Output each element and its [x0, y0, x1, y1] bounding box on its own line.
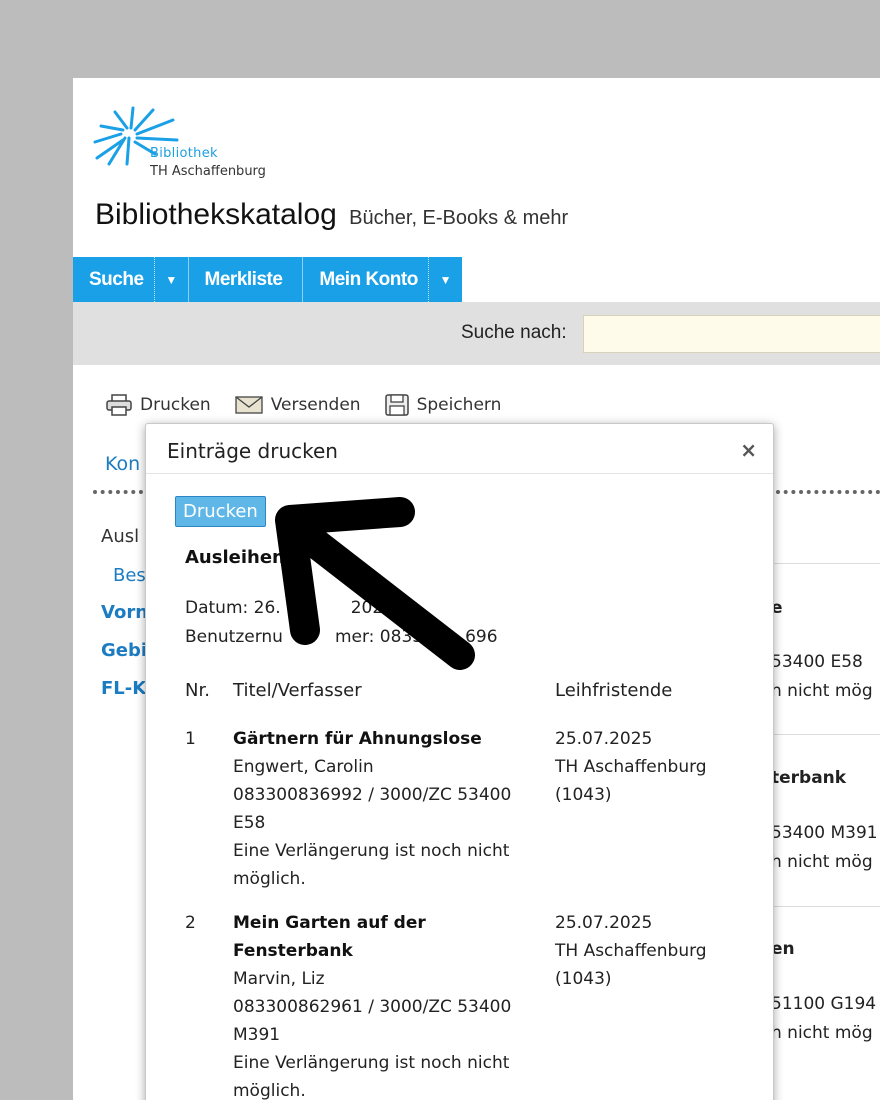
- search-bar: Suche nach:: [73, 302, 880, 365]
- action-toolbar: Drucken Versenden Speichern: [106, 394, 525, 416]
- catalog-subtitle: Bücher, E-Books & mehr: [349, 207, 569, 229]
- dotted-divider-right: [776, 490, 880, 494]
- row-due: 25.07.2025 TH Aschaffenburg (1043): [555, 909, 755, 993]
- bg-row-note: h nicht mög: [771, 1023, 873, 1043]
- bg-row-signature: 53400 E58: [771, 652, 863, 672]
- page-title: Bibliothekskatalog Bücher, E-Books & meh…: [95, 198, 568, 232]
- catalog-title: Bibliothekskatalog: [95, 198, 337, 231]
- row-number: 2: [185, 913, 196, 933]
- due-date: 25.07.2025: [555, 913, 653, 933]
- sidebar-item-bestellungen[interactable]: Bes: [113, 565, 146, 586]
- bg-row-title: terbank: [771, 768, 847, 788]
- item-title: Mein Garten auf der: [233, 913, 426, 933]
- item-author: Engwert, Carolin: [233, 757, 374, 777]
- nav-label: Suche: [89, 268, 144, 290]
- bg-row-note: h nicht mög: [771, 852, 873, 872]
- item-note-cont: möglich.: [233, 1081, 306, 1100]
- chevron-down-icon[interactable]: ▼: [427, 257, 462, 302]
- chevron-down-icon[interactable]: ▼: [153, 257, 188, 302]
- annotation-arrow-icon: [275, 497, 475, 670]
- print-label: Drucken: [140, 395, 211, 415]
- row-title-author: Mein Garten auf der Fensterbank Marvin, …: [233, 909, 538, 1100]
- item-note-cont: möglich.: [233, 869, 306, 889]
- print-button[interactable]: Drucken: [175, 496, 266, 527]
- item-title-cont: Fensterbank: [233, 941, 353, 961]
- sidebar-item-gebuehren[interactable]: Gebi: [101, 640, 147, 661]
- envelope-icon: [235, 396, 263, 414]
- nav-item-suche[interactable]: Suche ▼: [73, 257, 189, 302]
- save-label: Speichern: [416, 395, 502, 415]
- send-label: Versenden: [270, 395, 361, 415]
- close-icon[interactable]: ×: [740, 438, 757, 462]
- printer-icon: [106, 394, 132, 416]
- branch-code: (1043): [555, 969, 612, 989]
- sidebar-item-fernleihe[interactable]: FL-K: [101, 678, 146, 699]
- bg-row-signature: 53400 M391: [771, 823, 878, 843]
- row-title-author: Gärtnern für Ahnungslose Engwert, Caroli…: [233, 725, 538, 893]
- main-nav: Suche ▼ Merkliste Mein Konto ▼: [73, 257, 462, 302]
- logo-line2: TH Aschaffenburg: [150, 164, 266, 179]
- bg-row-note: h nicht mög: [771, 681, 873, 701]
- sidebar-item-vormerkungen[interactable]: Vorn: [101, 602, 148, 623]
- column-header-nr: Nr.: [185, 680, 210, 701]
- nav-item-mein-konto[interactable]: Mein Konto ▼: [303, 257, 461, 302]
- dialog-title: Einträge drucken: [167, 439, 338, 463]
- row-number: 1: [185, 729, 196, 749]
- bg-row-divider: [763, 563, 880, 564]
- table-row: 1 Gärtnern für Ahnungslose Engwert, Caro…: [185, 725, 765, 895]
- item-title: Gärtnern für Ahnungslose: [233, 729, 482, 749]
- search-input[interactable]: [583, 315, 880, 353]
- branch-code: (1043): [555, 785, 612, 805]
- item-signature-cont: E58: [233, 813, 266, 833]
- column-header-due: Leihfristende: [555, 680, 673, 701]
- table-row: 2 Mein Garten auf der Fensterbank Marvin…: [185, 909, 765, 1100]
- branch-name: TH Aschaffenburg: [555, 757, 707, 777]
- save-link[interactable]: Speichern: [384, 394, 502, 416]
- sidebar-item-ausleihen[interactable]: Ausl: [101, 526, 139, 547]
- konto-tab[interactable]: Kon: [105, 453, 140, 475]
- item-signature: 083300836992 / 3000/ZC 53400: [233, 785, 512, 805]
- floppy-disk-icon: [384, 394, 409, 416]
- column-header-title: Titel/Verfasser: [233, 680, 362, 701]
- row-due: 25.07.2025 TH Aschaffenburg (1043): [555, 725, 755, 809]
- dialog-header: Einträge drucken ×: [146, 424, 773, 474]
- bg-row-title: en: [771, 939, 795, 959]
- logo-line1: Bibliothek: [150, 146, 218, 161]
- send-link[interactable]: Versenden: [235, 395, 361, 415]
- nav-item-merkliste[interactable]: Merkliste: [189, 257, 304, 302]
- item-author: Marvin, Liz: [233, 969, 325, 989]
- print-link[interactable]: Drucken: [106, 394, 211, 416]
- search-label: Suche nach:: [461, 322, 567, 343]
- bg-row-divider: [763, 906, 880, 907]
- item-signature-cont: M391: [233, 1025, 281, 1045]
- item-note: Eine Verlängerung ist noch nicht: [233, 841, 510, 861]
- nav-label: Merkliste: [204, 268, 283, 290]
- bg-row-signature: 51100 G194: [771, 994, 877, 1014]
- item-signature: 083300862961 / 3000/ZC 53400: [233, 997, 512, 1017]
- dotted-divider-left: [93, 490, 143, 494]
- due-date: 25.07.2025: [555, 729, 653, 749]
- nav-label: Mein Konto: [319, 268, 418, 290]
- item-note: Eine Verlängerung ist noch nicht: [233, 1053, 510, 1073]
- branch-name: TH Aschaffenburg: [555, 941, 707, 961]
- bg-row-divider: [763, 734, 880, 735]
